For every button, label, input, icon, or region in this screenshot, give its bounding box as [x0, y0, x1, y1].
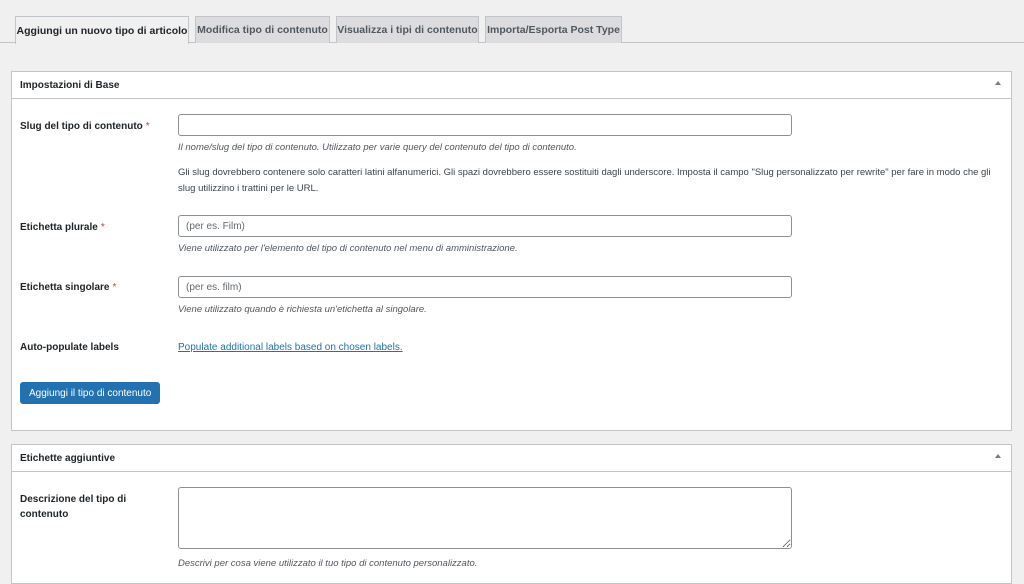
- tab-view-post-types[interactable]: Visualizza i tipi di contenuto: [336, 16, 479, 43]
- basic-settings-panel: Impostazioni di Base Slug del tipo di co…: [11, 71, 1012, 431]
- panel-title: Etichette aggiuntive: [20, 453, 116, 464]
- additional-labels-panel: Etichette aggiuntive Descrizione del tip…: [11, 444, 1012, 584]
- plural-label-input[interactable]: [178, 215, 792, 237]
- tab-label: Modifica tipo di contenuto: [197, 24, 328, 36]
- panel-header[interactable]: Impostazioni di Base: [12, 72, 1011, 99]
- tab-edit-post-type[interactable]: Modifica tipo di contenuto: [195, 16, 330, 43]
- add-post-type-button[interactable]: Aggiungi il tipo di contenuto: [20, 382, 161, 404]
- tab-label: Importa/Esporta Post Type: [487, 24, 620, 36]
- tab-label: Visualizza i tipi di contenuto: [337, 24, 478, 36]
- required-mark: *: [145, 121, 150, 132]
- slug-input[interactable]: [178, 114, 792, 136]
- plural-label: Etichetta plurale *: [20, 222, 105, 233]
- slug-label: Slug del tipo di contenuto *: [20, 121, 150, 132]
- tab-bar: Aggiungi un nuovo tipo di articolo Modif…: [0, 0, 1024, 44]
- description-label: Descrizione del tipo di contenuto: [20, 494, 127, 520]
- auto-populate-label: Auto-populate labels: [20, 342, 119, 353]
- tab-import-export[interactable]: Importa/Esporta Post Type: [485, 16, 622, 43]
- singular-label: Etichetta singolare *: [20, 282, 117, 293]
- slug-note: Gli slug dovrebbero contenere solo carat…: [178, 167, 991, 194]
- plural-help-text: Viene utilizzato per l'elemento del tipo…: [178, 243, 518, 254]
- slug-help-text: Il nome/slug del tipo di contenuto. Util…: [178, 142, 577, 153]
- singular-help-text: Viene utilizzato quando è richiesta un'e…: [178, 304, 427, 315]
- collapse-arrow-icon[interactable]: [995, 454, 1001, 458]
- panel-header[interactable]: Etichette aggiuntive: [12, 445, 1011, 472]
- description-textarea[interactable]: [178, 487, 792, 549]
- tab-label: Aggiungi un nuovo tipo di articolo: [16, 24, 188, 37]
- required-mark: *: [100, 222, 105, 233]
- description-help-text: Descrivi per cosa viene utilizzato il tu…: [178, 558, 478, 569]
- tab-add-post-type[interactable]: Aggiungi un nuovo tipo di articolo: [15, 16, 189, 44]
- collapse-arrow-icon[interactable]: [995, 81, 1001, 85]
- singular-label-input[interactable]: [178, 276, 792, 298]
- populate-labels-link[interactable]: Populate additional labels based on chos…: [178, 342, 403, 353]
- required-mark: *: [112, 282, 117, 293]
- panel-title: Impostazioni di Base: [20, 80, 120, 91]
